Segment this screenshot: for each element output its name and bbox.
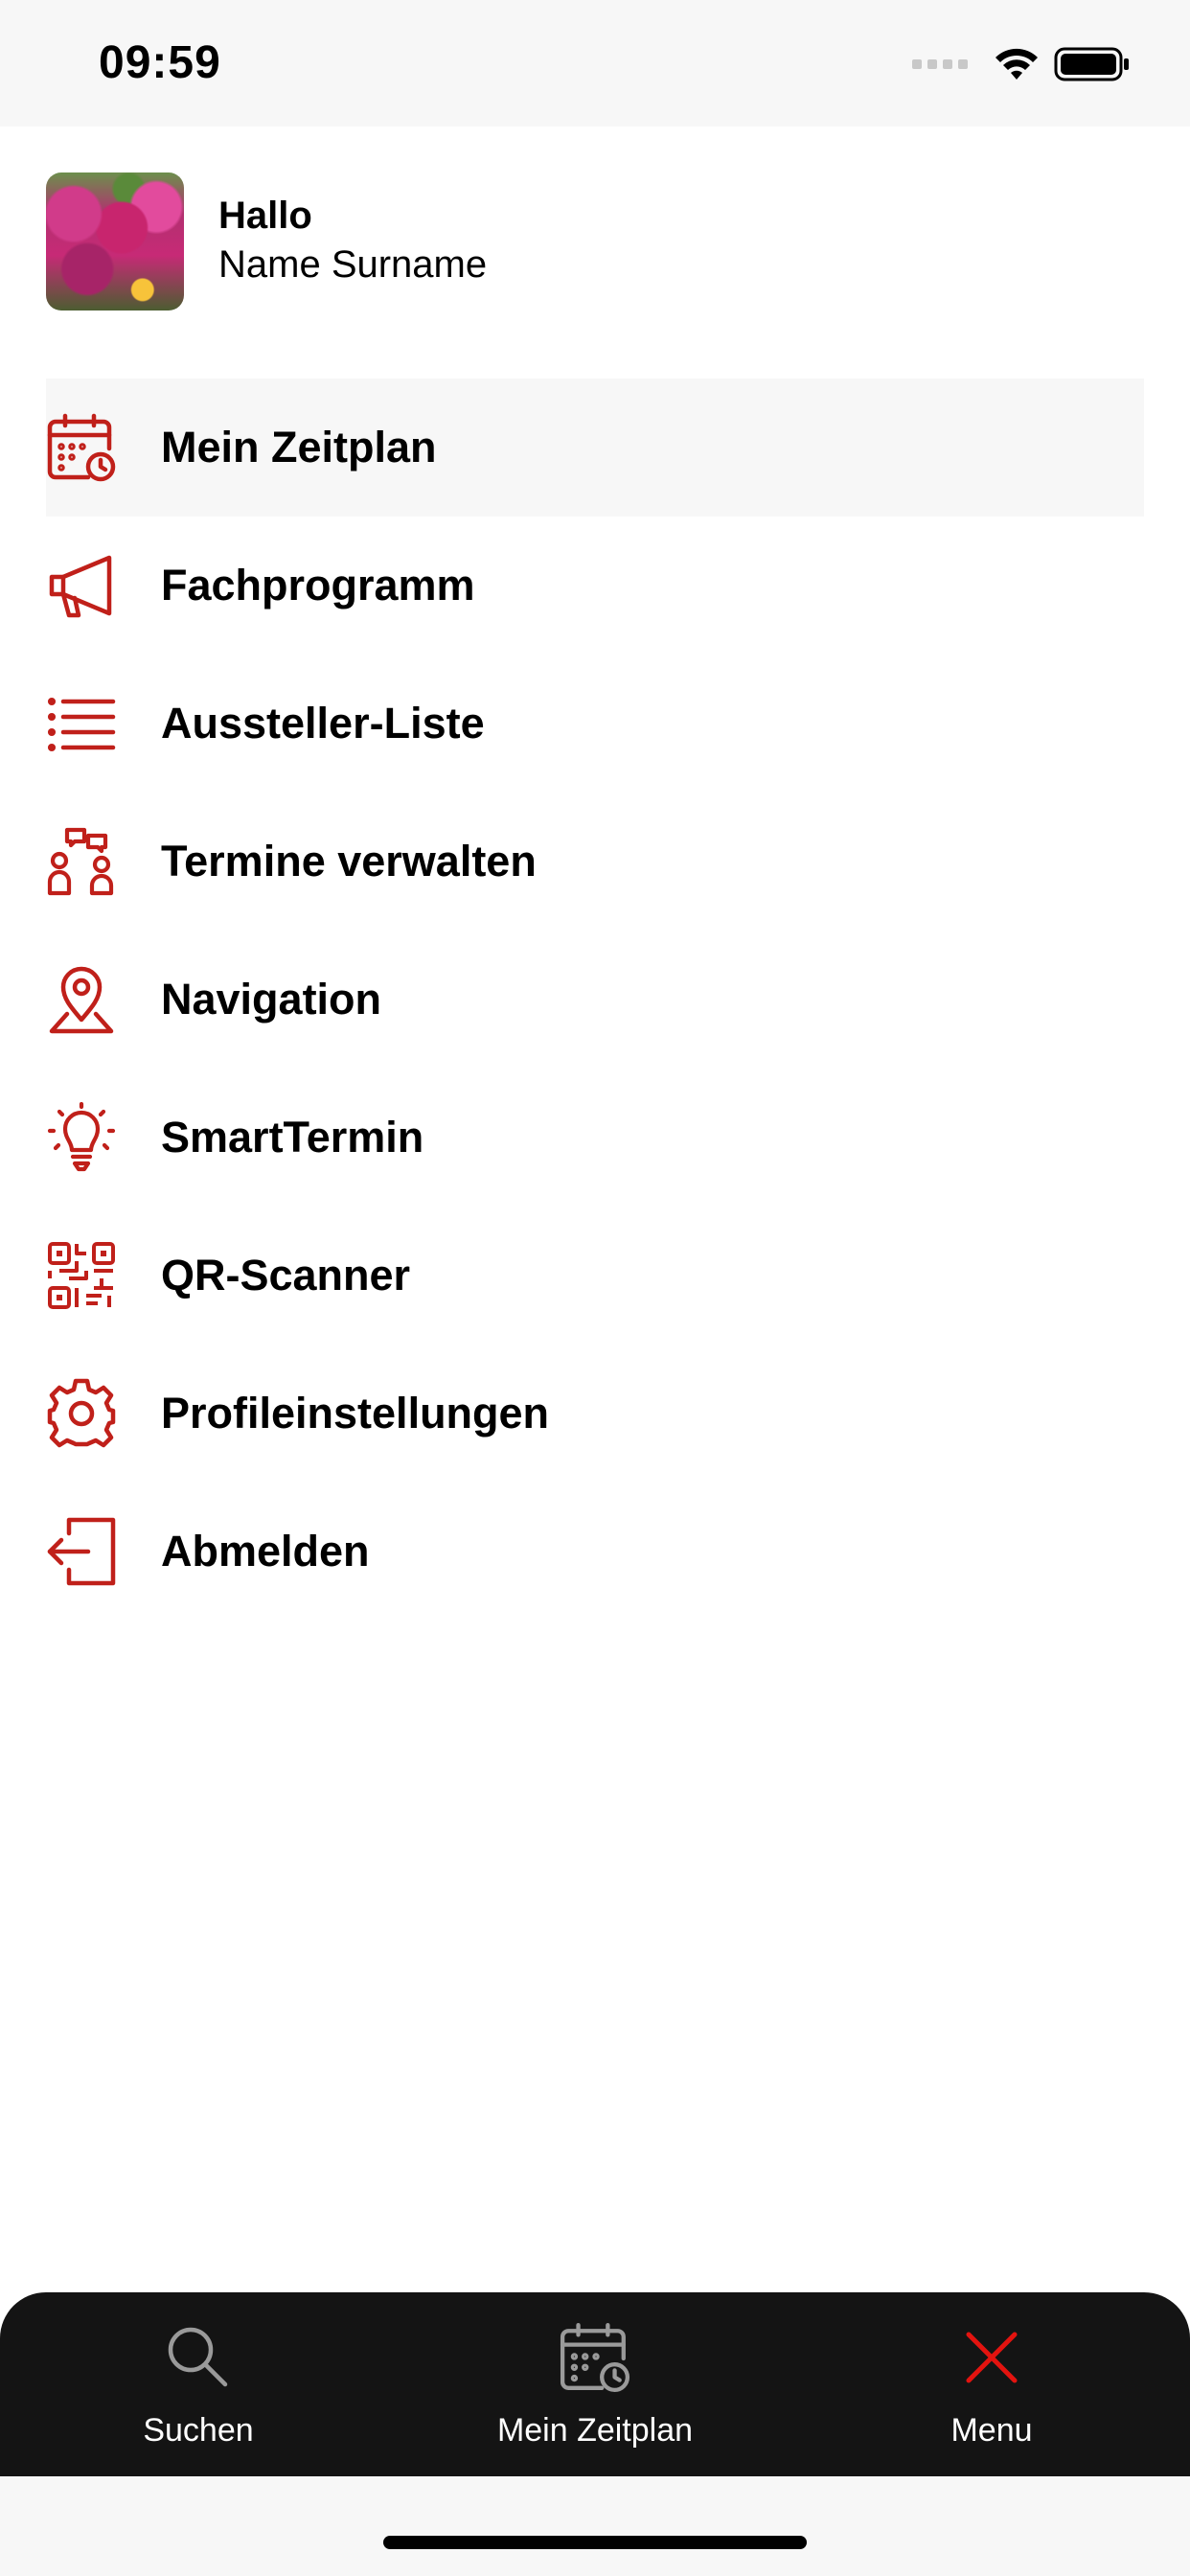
- menu-item-label: Mein Zeitplan: [161, 423, 437, 472]
- menu-item-navigation[interactable]: Navigation: [46, 931, 1144, 1069]
- user-name: Name Surname: [218, 243, 488, 286]
- menu-item-abmelden[interactable]: Abmelden: [46, 1483, 1144, 1621]
- menu-item-label: Profileinstellungen: [161, 1389, 550, 1438]
- menu-item-termine-verwalten[interactable]: Termine verwalten: [46, 793, 1144, 931]
- meeting-people-icon: [46, 826, 117, 897]
- calendar-clock-icon: [46, 412, 117, 483]
- status-time: 09:59: [99, 37, 221, 88]
- menu-item-label: Abmelden: [161, 1527, 370, 1576]
- greeting-text: Hallo: [218, 195, 312, 237]
- qr-code-icon: [46, 1240, 117, 1311]
- menu-item-label: Fachprogramm: [161, 561, 475, 610]
- logout-icon: [46, 1516, 117, 1587]
- menu-item-smarttermin[interactable]: SmartTermin: [46, 1069, 1144, 1207]
- avatar[interactable]: [46, 172, 184, 310]
- menu-item-label: SmartTermin: [161, 1113, 424, 1162]
- close-icon: [955, 2321, 1028, 2399]
- menu-item-fachprogramm[interactable]: Fachprogramm: [46, 517, 1144, 655]
- status-bar: 09:59: [0, 0, 1190, 126]
- tab-mein-zeitplan[interactable]: Mein Zeitplan: [397, 2292, 793, 2476]
- menu-item-mein-zeitplan[interactable]: Mein Zeitplan: [46, 379, 1144, 517]
- tab-menu[interactable]: Menu: [793, 2292, 1190, 2476]
- status-icons: [912, 46, 1131, 82]
- lightbulb-icon: [46, 1102, 117, 1173]
- profile-text: Hallo Name Surname: [218, 193, 487, 290]
- menu-item-label: Aussteller-Liste: [161, 699, 485, 748]
- home-indicator[interactable]: [383, 2536, 807, 2549]
- main-menu: Mein Zeitplan Fachprogramm Aussteller-Li…: [46, 379, 1144, 1621]
- gear-icon: [46, 1378, 117, 1449]
- home-indicator-area: [0, 2476, 1190, 2576]
- tab-label: Menu: [950, 2412, 1033, 2449]
- tab-suchen[interactable]: Suchen: [0, 2292, 397, 2476]
- profile-header[interactable]: Hallo Name Surname: [46, 172, 487, 310]
- menu-item-label: Navigation: [161, 975, 382, 1024]
- wifi-icon: [995, 48, 1038, 80]
- calendar-clock-icon: [559, 2321, 631, 2399]
- menu-item-qr-scanner[interactable]: QR-Scanner: [46, 1207, 1144, 1345]
- map-pin-icon: [46, 964, 117, 1035]
- menu-item-label: QR-Scanner: [161, 1251, 411, 1300]
- list-icon: [46, 688, 117, 759]
- cellular-signal-icon: [912, 59, 968, 69]
- search-icon: [162, 2321, 235, 2399]
- tab-label: Suchen: [143, 2412, 254, 2449]
- menu-item-aussteller-liste[interactable]: Aussteller-Liste: [46, 655, 1144, 793]
- megaphone-icon: [46, 550, 117, 621]
- tab-label: Mein Zeitplan: [496, 2412, 694, 2449]
- menu-item-profileinstellungen[interactable]: Profileinstellungen: [46, 1345, 1144, 1483]
- bottom-tab-bar: Suchen Mein Zeitplan Menu: [0, 2292, 1190, 2476]
- menu-item-label: Termine verwalten: [161, 837, 537, 886]
- battery-icon: [1054, 47, 1129, 81]
